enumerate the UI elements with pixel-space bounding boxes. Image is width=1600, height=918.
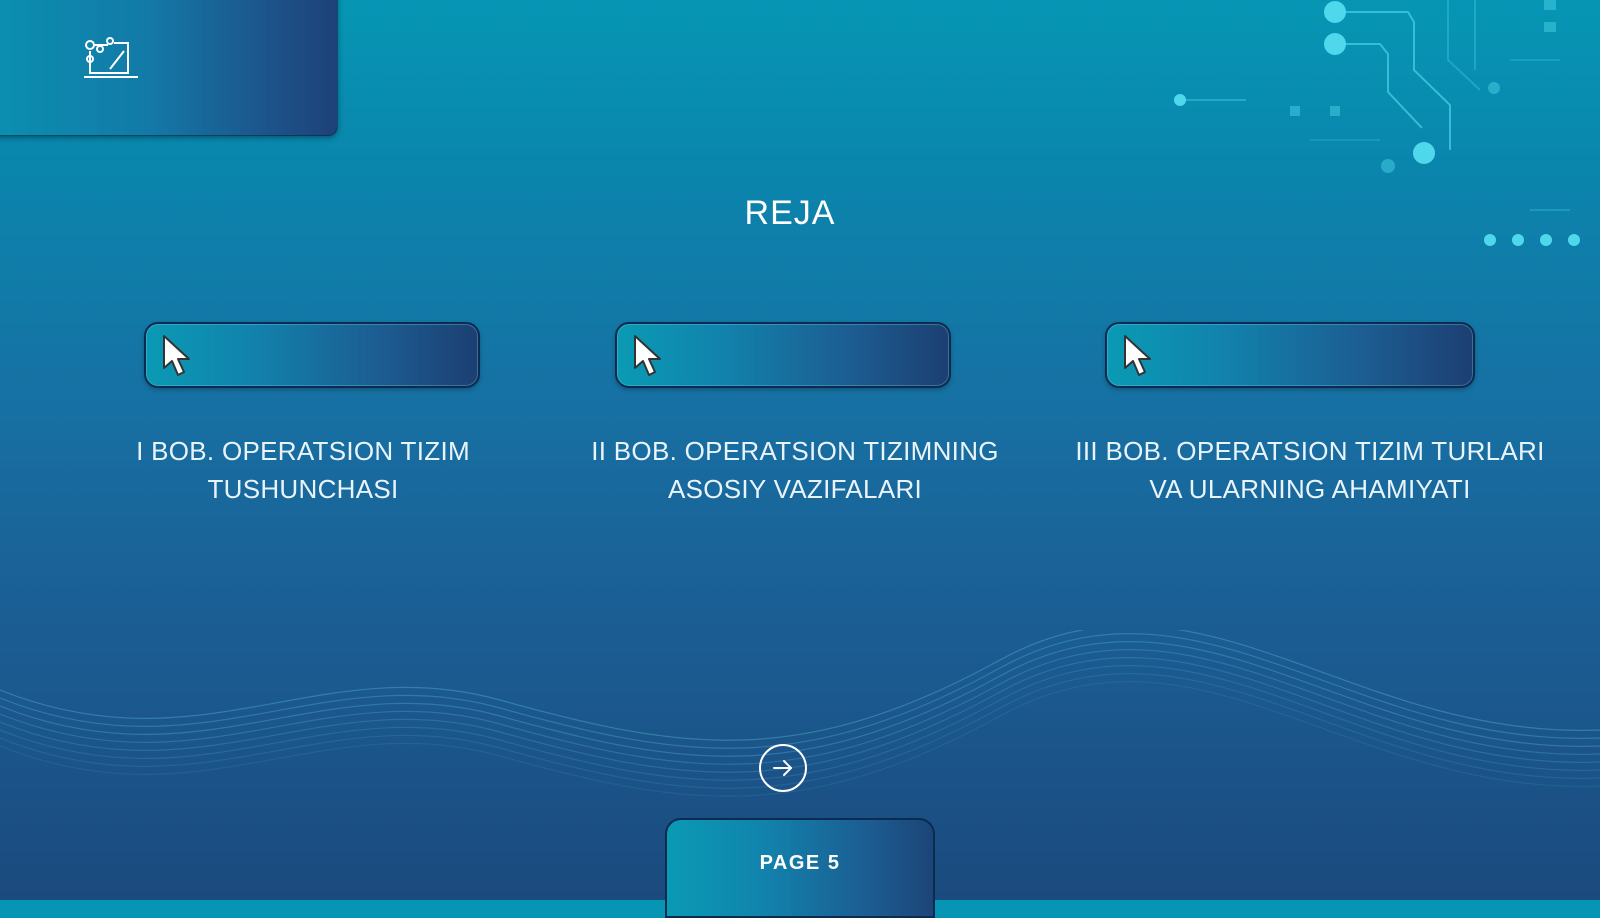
next-slide-button[interactable] [759, 744, 807, 792]
chapter-2-line-1: II BOB. OPERATSION TIZIMNING [591, 436, 999, 466]
chapter-3-line-2: VA ULARNING AHAMIYATI [1149, 474, 1471, 504]
chapter-2-line-2: ASOSIY VAZIFALARI [667, 474, 923, 504]
page-tab: PAGE 5 [665, 818, 935, 918]
slide-title: REJA [744, 194, 836, 232]
laptop-network-icon [84, 37, 138, 78]
mouse-pointer-icon [163, 335, 190, 376]
chapter-3-line-1: III BOB. OPERATSION TIZIM TURLARI [1075, 436, 1545, 466]
logo-panel [0, 0, 338, 136]
wave-decoration [0, 630, 1600, 797]
chapter-3-button[interactable] [1105, 322, 1475, 388]
mouse-pointer-icon [1124, 335, 1151, 376]
chapter-1-line-2: TUSHUNCHASI [207, 474, 399, 504]
chapter-1-title: I BOB. OPERATSION TIZIM TUSHUNCHASI [100, 432, 506, 508]
mouse-pointer-icon [634, 335, 661, 376]
chapter-1-button[interactable] [144, 322, 480, 388]
arrow-right-icon [773, 760, 792, 776]
chapter-3-title: III BOB. OPERATSION TIZIM TURLARI VA ULA… [1065, 432, 1555, 508]
chapter-2-title: II BOB. OPERATSION TIZIMNING ASOSIY VAZI… [570, 432, 1020, 508]
chapter-2-button[interactable] [615, 322, 951, 388]
page-label: PAGE 5 [759, 852, 841, 874]
chapter-1-line-1: I BOB. OPERATSION TIZIM [136, 436, 470, 466]
